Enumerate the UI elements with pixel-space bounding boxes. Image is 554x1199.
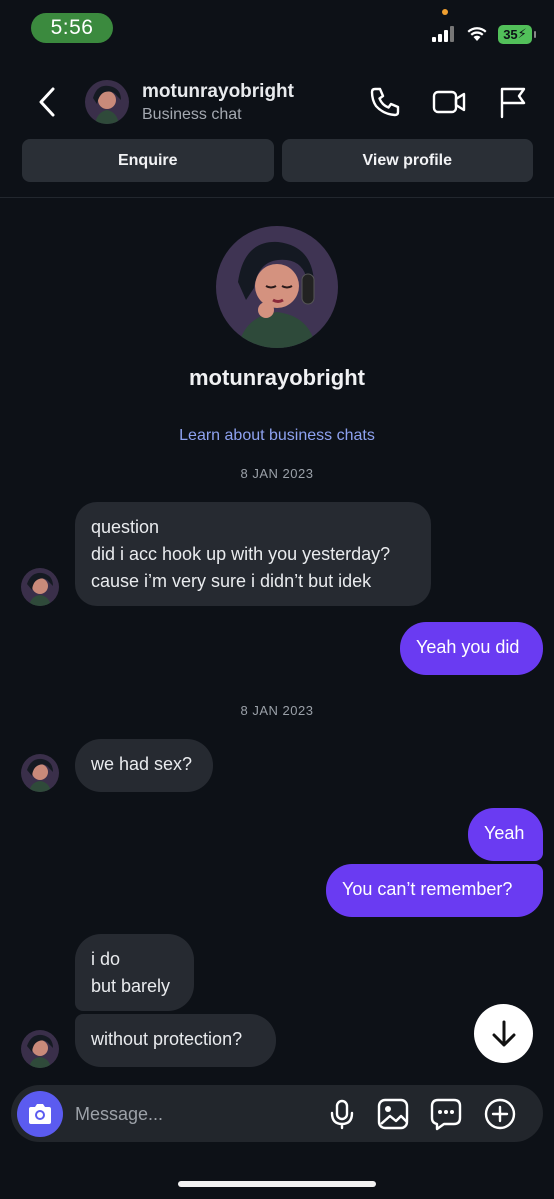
message-composer [11,1085,543,1142]
status-icons: 35 ⚡ [432,22,536,46]
message-incoming[interactable]: we had sex? [75,739,213,792]
message-incoming[interactable]: without protection? [75,1014,276,1067]
battery-icon: 35 ⚡ [498,24,536,44]
signal-icon [432,26,454,42]
back-icon[interactable] [30,84,66,120]
flag-icon[interactable] [495,84,531,120]
header-divider [0,197,554,198]
phone-icon[interactable] [367,84,403,120]
view-profile-button[interactable]: View profile [281,139,533,182]
sender-avatar[interactable] [21,1030,59,1068]
message-outgoing[interactable]: Yeah you did [400,622,543,675]
message-incoming[interactable]: i do but barely [75,934,194,1011]
message-outgoing[interactable]: You can’t remember? [326,864,543,917]
avatar[interactable] [85,80,129,124]
chat-header: motunrayobright Business chat [0,70,554,134]
camera-button[interactable] [17,1091,63,1137]
date-separator: 8 JAN 2023 [240,703,314,718]
home-indicator[interactable] [178,1181,376,1187]
sender-avatar[interactable] [21,754,59,792]
enquire-button[interactable]: Enquire [22,139,274,182]
microphone-icon[interactable] [325,1097,359,1131]
mic-indicator-dot [442,9,448,15]
header-username[interactable]: motunrayobright [142,81,294,103]
sticker-icon[interactable] [429,1097,463,1131]
plus-icon[interactable] [483,1097,517,1131]
status-time: 5:56 [31,13,113,43]
message-input[interactable] [75,1099,315,1129]
business-actions: Enquire View profile [22,139,533,182]
scroll-to-bottom-button[interactable] [474,1004,533,1063]
message-incoming[interactable]: question did i acc hook up with you yest… [75,502,431,606]
arrow-down-icon [492,1020,515,1046]
battery-level: 35 [503,26,518,42]
gallery-icon[interactable] [376,1097,410,1131]
video-icon[interactable] [431,84,467,120]
status-bar: 5:56 35 ⚡ [0,0,554,60]
profile-avatar[interactable] [216,226,338,348]
learn-business-chats-link[interactable]: Learn about business chats [0,427,554,445]
date-separator: 8 JAN 2023 [240,466,314,481]
profile-username: motunrayobright [189,365,365,390]
wifi-icon [467,27,487,41]
sender-avatar[interactable] [21,568,59,606]
message-outgoing[interactable]: Yeah [468,808,543,861]
header-subtitle: Business chat [142,106,242,123]
camera-icon [29,1104,51,1124]
